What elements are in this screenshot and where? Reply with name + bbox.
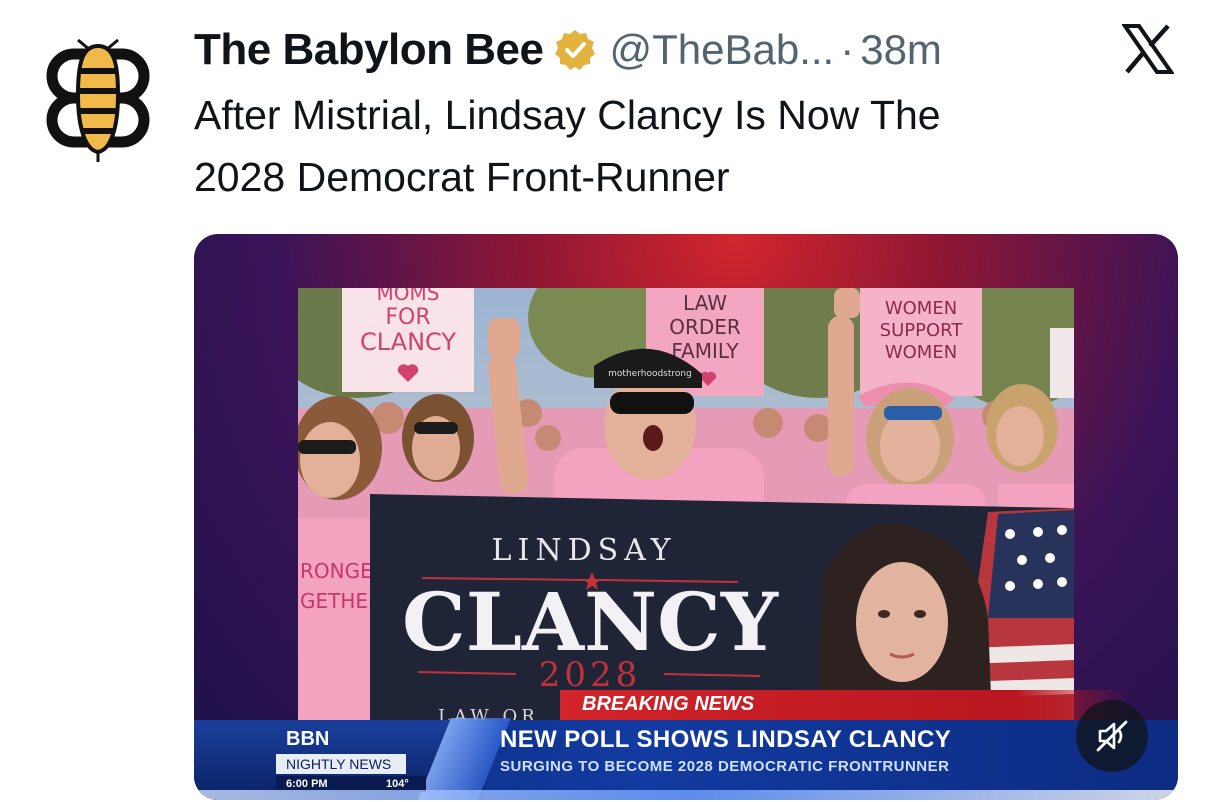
news-lower-third: BREAKING NEWS BBN NIGHTLY NEWS 6:00 PM 1… — [194, 690, 1178, 800]
author-handle[interactable]: @TheBab... — [609, 26, 834, 74]
babylon-bee-logo-icon — [46, 38, 150, 162]
tweet-text: After Mistrial, Lindsay Clancy Is Now Th… — [194, 84, 1154, 208]
tweet-timestamp[interactable]: 38m — [860, 26, 942, 74]
verified-badge-icon — [555, 30, 596, 70]
svg-text:FOR: FOR — [385, 305, 430, 330]
svg-text:LINDSAY: LINDSAY — [492, 533, 677, 568]
author-avatar[interactable] — [34, 34, 162, 162]
svg-text:GETHER: GETHER — [300, 589, 382, 613]
separator-dot: · — [840, 26, 855, 73]
breaking-news-bar: BREAKING NEWS — [560, 690, 1130, 720]
svg-text:motherhoodstrong: motherhoodstrong — [608, 369, 692, 379]
tweet-media[interactable]: MOMS FOR CLANCY LAW ORDER FAMILY WOMEN S… — [194, 234, 1178, 800]
svg-text:ORDER: ORDER — [669, 315, 741, 339]
tweet-header: The Babylon Bee @TheBab... · 38m — [194, 24, 942, 76]
news-photo: MOMS FOR CLANCY LAW ORDER FAMILY WOMEN S… — [298, 288, 1074, 722]
svg-text:2028: 2028 — [539, 655, 642, 695]
sign-women-support-women: WOMEN SUPPORT WOMEN — [860, 288, 982, 396]
program-name: NIGHTLY NEWS — [276, 754, 406, 774]
breaking-news-label: BREAKING NEWS — [582, 693, 755, 715]
rally-illustration: MOMS FOR CLANCY LAW ORDER FAMILY WOMEN S… — [298, 288, 1074, 722]
svg-text:MOMS: MOMS — [377, 288, 440, 305]
news-subheadline: SURGING TO BECOME 2028 DEMOCRATIC FRONTR… — [500, 758, 950, 775]
network-logo: BBN — [286, 728, 330, 750]
sign-moms-for-clancy: MOMS FOR CLANCY — [342, 288, 474, 392]
author-name[interactable]: The Babylon Bee — [194, 25, 544, 75]
svg-text:WOMEN: WOMEN — [885, 298, 957, 319]
svg-text:SUPPORT: SUPPORT — [880, 320, 964, 341]
svg-text:CLANCY: CLANCY — [360, 328, 456, 356]
x-logo-icon — [1122, 24, 1174, 74]
svg-text:LAW: LAW — [683, 291, 727, 315]
tweet-text-line-2: 2028 Democrat Front-Runner — [194, 154, 730, 200]
speaker-muted-icon — [1096, 720, 1128, 752]
svg-text:WOMEN: WOMEN — [885, 342, 957, 363]
news-headline: NEW POLL SHOWS LINDSAY CLANCY — [500, 726, 952, 753]
mute-toggle-button[interactable] — [1076, 700, 1148, 772]
tweet-text-line-1: After Mistrial, Lindsay Clancy Is Now Th… — [194, 92, 941, 138]
